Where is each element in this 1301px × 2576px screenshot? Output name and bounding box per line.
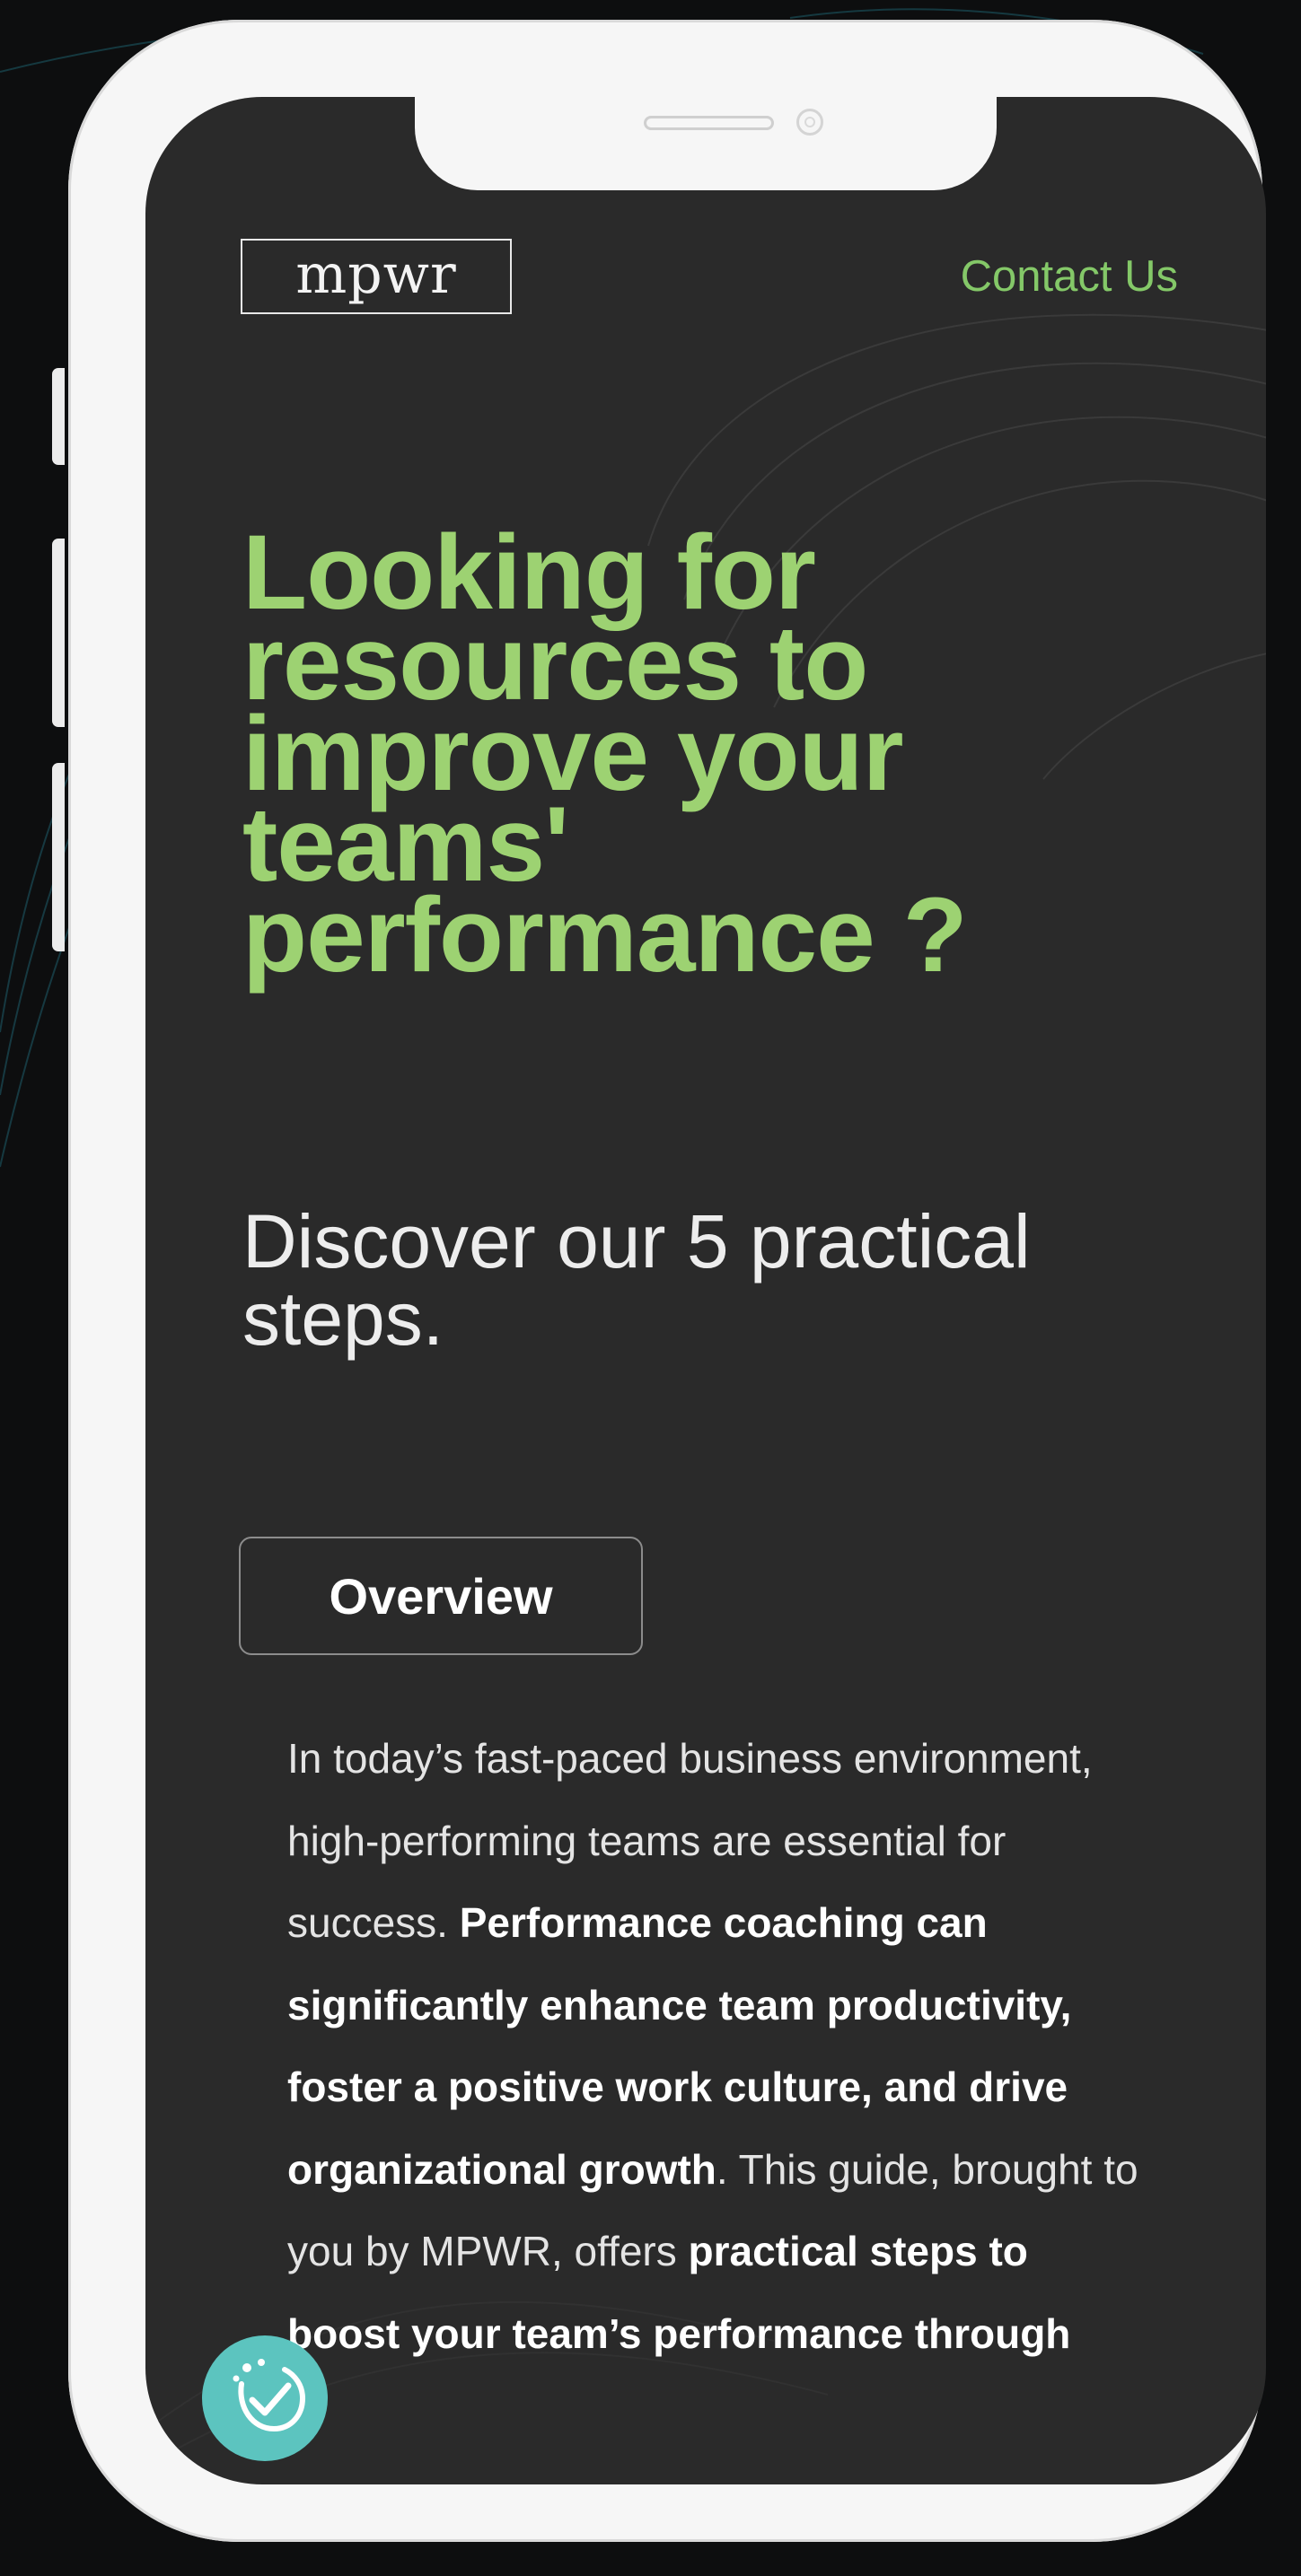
phone-notch [415, 97, 997, 190]
hero-title: Looking for resources to improve your te… [242, 513, 968, 994]
phone-side-button-volume-up [52, 539, 65, 727]
phone-side-button-mute [52, 368, 65, 465]
hero-subtitle: Discover our 5 practical steps. [242, 1199, 1031, 1361]
overview-button[interactable]: Overview [239, 1537, 643, 1655]
phone-side-button-volume-down [52, 763, 65, 951]
phone-screen: mpwr Contact Us Looking for resources to… [145, 97, 1266, 2484]
front-camera-icon [796, 109, 823, 136]
contact-us-link[interactable]: Contact Us [961, 251, 1178, 302]
checkmark-badge-icon [233, 2359, 306, 2432]
overview-paragraph: In today’s fast-paced business environme… [287, 1718, 1149, 2375]
speaker-grille-icon [644, 116, 774, 130]
mpwr-logo[interactable]: mpwr [241, 239, 512, 314]
checkmark-badge-button[interactable] [202, 2335, 328, 2461]
